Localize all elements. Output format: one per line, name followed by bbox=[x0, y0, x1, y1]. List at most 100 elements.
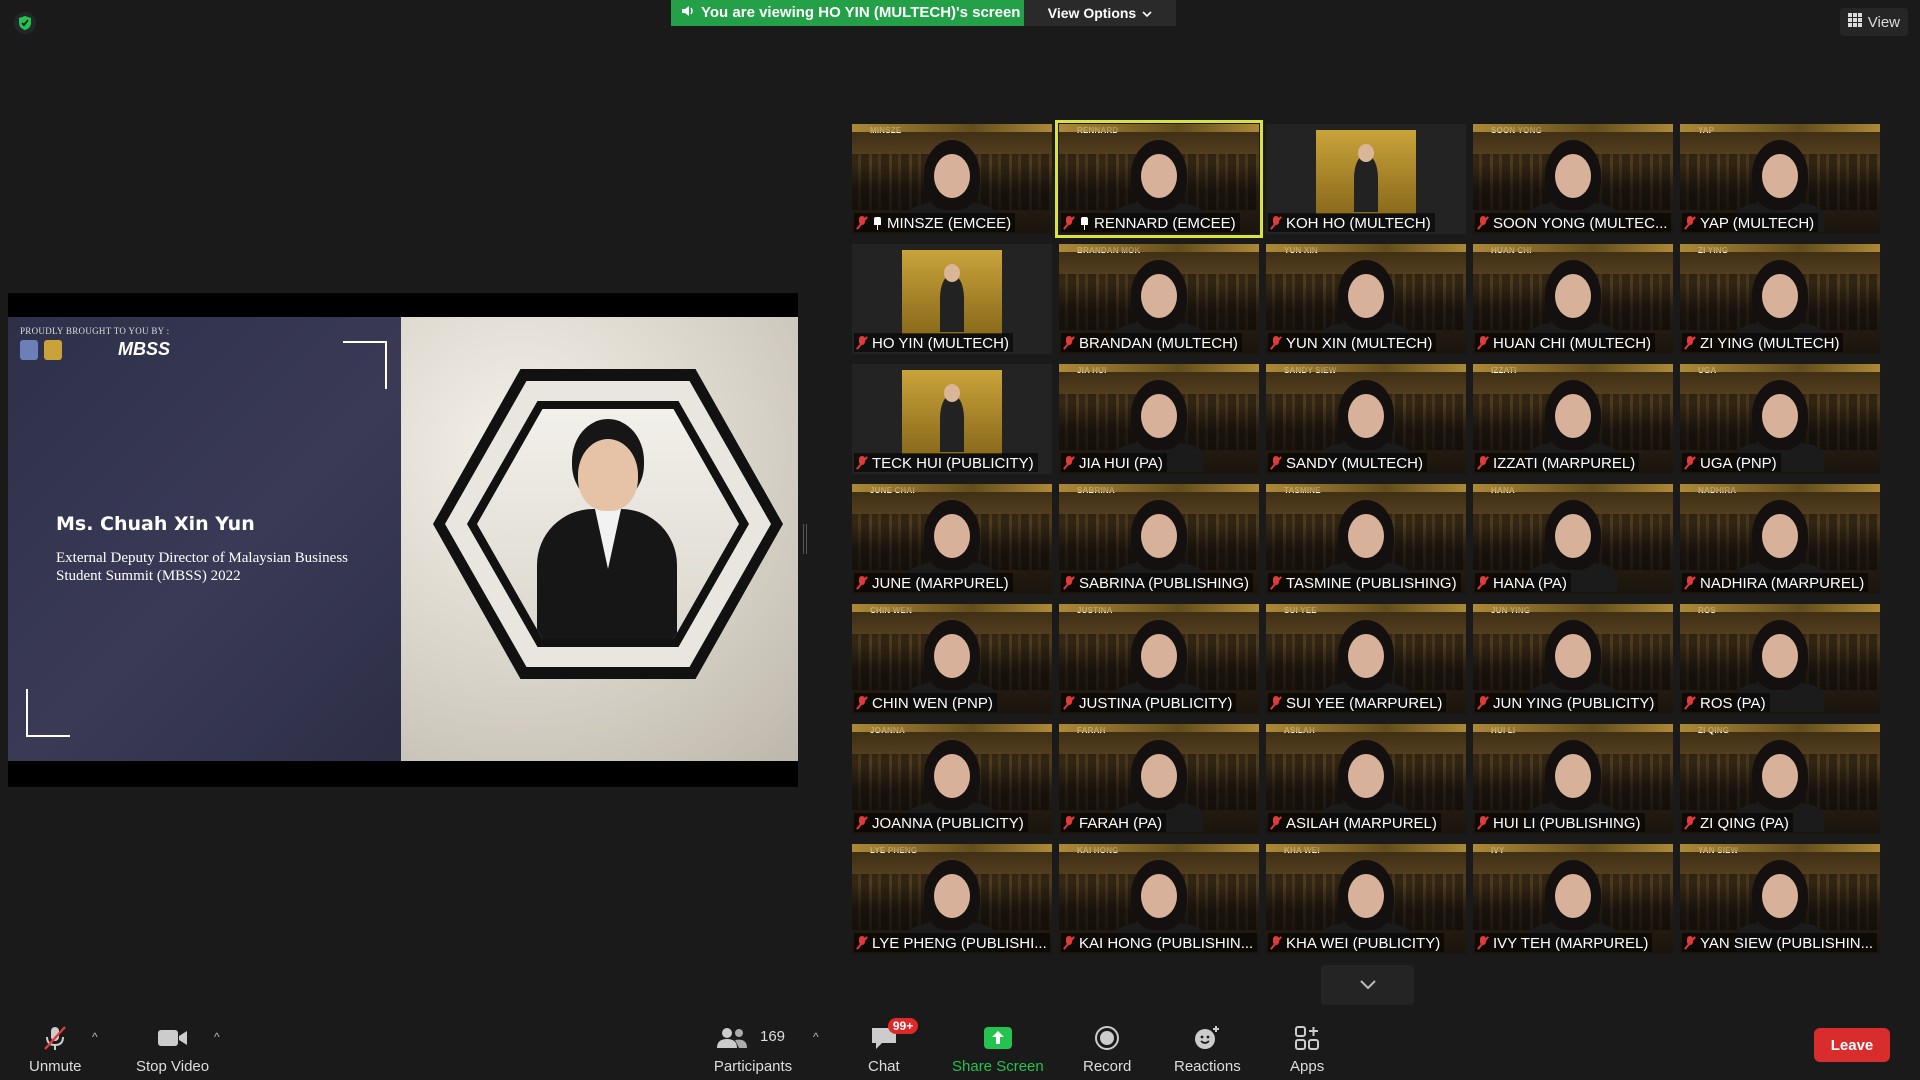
participant-name: SANDY (MULTECH) bbox=[1286, 454, 1423, 472]
university-crest-logo bbox=[20, 339, 38, 360]
participant-tile[interactable]: HANA HANA (PA) bbox=[1473, 484, 1673, 594]
microphone-muted-icon bbox=[1063, 816, 1075, 830]
participant-tile[interactable]: JIA HUI JIA HUI (PA) bbox=[1059, 364, 1259, 474]
speaker-portrait-panel bbox=[401, 317, 798, 761]
participant-tile[interactable]: ZI QING ZI QING (PA) bbox=[1680, 724, 1880, 834]
share-screen-button[interactable]: Share Screen bbox=[952, 1024, 1044, 1075]
panel-resize-handle[interactable] bbox=[803, 524, 807, 554]
participant-tile[interactable]: IVY IVY TEH (MARPUREL) bbox=[1473, 844, 1673, 954]
participant-name-label: FARAH (PA) bbox=[1061, 813, 1167, 832]
record-button[interactable]: Record bbox=[1083, 1024, 1131, 1075]
participant-tile[interactable]: SUI YEE SUI YEE (MARPUREL) bbox=[1266, 604, 1466, 714]
participant-name-label: YAP (MULTECH) bbox=[1682, 213, 1819, 232]
participant-tile[interactable]: RENNARD RENNARD (EMCEE) bbox=[1055, 120, 1263, 238]
shared-screen[interactable]: PROUDLY BROUGHT TO YOU BY : MBSS Ms. Chu… bbox=[8, 293, 798, 787]
participant-tile[interactable]: JUSTINA JUSTINA (PUBLICITY) bbox=[1059, 604, 1259, 714]
participant-name: TASMINE (PUBLISHING) bbox=[1286, 574, 1457, 592]
participant-video bbox=[1115, 500, 1203, 592]
participant-tile[interactable]: TECK HUI (PUBLICITY) bbox=[852, 364, 1052, 474]
microphone-muted-icon bbox=[1270, 816, 1282, 830]
participant-tile[interactable]: ASILAH ASILAH (MARPUREL) bbox=[1266, 724, 1466, 834]
background-name-tag: BRANDAN MOK bbox=[1077, 246, 1141, 255]
participant-name: SUI YEE (MARPUREL) bbox=[1286, 694, 1443, 712]
participant-tile[interactable]: JUN YING JUN YING (PUBLICITY) bbox=[1473, 604, 1673, 714]
pin-icon bbox=[872, 216, 883, 230]
microphone-muted-icon bbox=[1063, 216, 1075, 230]
apps-icon bbox=[1294, 1024, 1320, 1052]
background-name-tag: HANA bbox=[1491, 486, 1515, 495]
participant-tile[interactable]: YAN SIEW YAN SIEW (PUBLISHIN... bbox=[1680, 844, 1880, 954]
view-layout-button[interactable]: View bbox=[1839, 8, 1908, 36]
participant-tile[interactable]: ROS ROS (PA) bbox=[1680, 604, 1880, 714]
participant-tile[interactable]: ZI YING ZI YING (MULTECH) bbox=[1680, 244, 1880, 354]
participant-name: HUI LI (PUBLISHING) bbox=[1493, 814, 1641, 832]
participant-name-label: ZI YING (MULTECH) bbox=[1682, 333, 1844, 352]
view-options-menu[interactable]: View Options bbox=[1024, 0, 1176, 26]
participant-tile[interactable]: MINSZE MINSZE (EMCEE) bbox=[852, 124, 1052, 234]
chat-label: Chat bbox=[868, 1058, 900, 1075]
stop-video-button[interactable]: Stop Video bbox=[136, 1024, 209, 1075]
participant-name: ROS (PA) bbox=[1700, 694, 1766, 712]
participants-button[interactable]: 169 Participants bbox=[713, 1024, 793, 1075]
participant-video bbox=[1322, 740, 1410, 832]
participant-tile[interactable]: UGA UGA (PNP) bbox=[1680, 364, 1880, 474]
participant-tile[interactable]: KAI HONG KAI HONG (PUBLISHIN... bbox=[1059, 844, 1259, 954]
participant-tile[interactable]: BRANDAN MOK BRANDAN (MULTECH) bbox=[1059, 244, 1259, 354]
slide-info-panel: PROUDLY BROUGHT TO YOU BY : MBSS Ms. Chu… bbox=[8, 317, 401, 761]
participant-tile[interactable]: SOON YONG SOON YONG (MULTEC... bbox=[1473, 124, 1673, 234]
participant-tile[interactable]: SABRINA SABRINA (PUBLISHING) bbox=[1059, 484, 1259, 594]
participant-tile[interactable]: LYE PHENG LYE PHENG (PUBLISHI... bbox=[852, 844, 1052, 954]
participant-tile[interactable]: JOANNA JOANNA (PUBLICITY) bbox=[852, 724, 1052, 834]
security-shield-icon[interactable] bbox=[14, 12, 36, 34]
microphone-muted-icon bbox=[1477, 696, 1489, 710]
participant-tile[interactable]: JUNE CHAI JUNE (MARPUREL) bbox=[852, 484, 1052, 594]
reactions-button[interactable]: Reactions bbox=[1174, 1024, 1241, 1075]
participant-tile[interactable]: CHIN WEN CHIN WEN (PNP) bbox=[852, 604, 1052, 714]
participant-name-label: IZZATI (MARPUREL) bbox=[1475, 453, 1640, 472]
participant-tile[interactable]: YAP YAP (MULTECH) bbox=[1680, 124, 1880, 234]
microphone-muted-icon bbox=[1270, 336, 1282, 350]
participants-options-caret-icon[interactable]: ^ bbox=[813, 1030, 819, 1044]
speaker-role: External Deputy Director of Malaysian Bu… bbox=[56, 550, 349, 584]
microphone-muted-icon bbox=[1684, 696, 1696, 710]
background-name-tag: RENNARD bbox=[1077, 126, 1119, 135]
participant-tile[interactable]: NADHIRA NADHIRA (MARPUREL) bbox=[1680, 484, 1880, 594]
chat-button[interactable]: 99+ Chat bbox=[868, 1018, 919, 1075]
participant-name: SOON YONG (MULTEC... bbox=[1493, 214, 1668, 232]
participant-name-label: KHA WEI (PUBLICITY) bbox=[1268, 933, 1445, 952]
society-crest-logo bbox=[44, 339, 62, 360]
participant-name-label: JUN YING (PUBLICITY) bbox=[1475, 693, 1659, 712]
participant-name-label: RENNARD (EMCEE) bbox=[1061, 213, 1240, 232]
audio-options-caret-icon[interactable]: ^ bbox=[92, 1030, 98, 1044]
participant-tile[interactable]: KHA WEI KHA WEI (PUBLICITY) bbox=[1266, 844, 1466, 954]
participant-tile[interactable]: HO YIN (MULTECH) bbox=[852, 244, 1052, 354]
apps-button[interactable]: Apps bbox=[1290, 1024, 1324, 1075]
participant-tile[interactable]: IZZATI IZZATI (MARPUREL) bbox=[1473, 364, 1673, 474]
participant-tile[interactable]: FARAH FARAH (PA) bbox=[1059, 724, 1259, 834]
leave-button[interactable]: Leave bbox=[1814, 1028, 1890, 1062]
pin-icon bbox=[1079, 216, 1090, 230]
background-name-tag: NADHIRA bbox=[1698, 486, 1737, 495]
video-options-caret-icon[interactable]: ^ bbox=[214, 1030, 220, 1044]
background-name-tag: JUSTINA bbox=[1077, 606, 1113, 615]
brought-by-text: PROUDLY BROUGHT TO YOU BY : bbox=[20, 326, 170, 336]
unmute-button[interactable]: Unmute bbox=[29, 1024, 82, 1075]
background-name-tag: SABRINA bbox=[1077, 486, 1115, 495]
participant-name-label: JIA HUI (PA) bbox=[1061, 453, 1167, 472]
participant-tile[interactable]: TASMINE TASMINE (PUBLISHING) bbox=[1266, 484, 1466, 594]
participant-name: YAN SIEW (PUBLISHIN... bbox=[1700, 934, 1874, 952]
participant-video bbox=[1529, 740, 1617, 832]
participant-video bbox=[1322, 260, 1410, 352]
apps-label: Apps bbox=[1290, 1058, 1325, 1075]
participant-tile[interactable]: SANDY SIEW SANDY (MULTECH) bbox=[1266, 364, 1466, 474]
gallery-next-page-button[interactable] bbox=[1321, 965, 1414, 1005]
participant-tile[interactable]: YUN XIN YUN XIN (MULTECH) bbox=[1266, 244, 1466, 354]
participant-tile[interactable]: HUI LI HUI LI (PUBLISHING) bbox=[1473, 724, 1673, 834]
participant-tile[interactable]: KOH HO (MULTECH) bbox=[1266, 124, 1466, 234]
participant-name: JOANNA (PUBLICITY) bbox=[872, 814, 1024, 832]
background-name-tag: JOANNA bbox=[870, 726, 905, 735]
chevron-down-icon bbox=[1142, 5, 1152, 21]
participant-tile[interactable]: HUAN CHI HUAN CHI (MULTECH) bbox=[1473, 244, 1673, 354]
participant-name: UGA (PNP) bbox=[1700, 454, 1777, 472]
participant-video bbox=[1736, 260, 1824, 352]
